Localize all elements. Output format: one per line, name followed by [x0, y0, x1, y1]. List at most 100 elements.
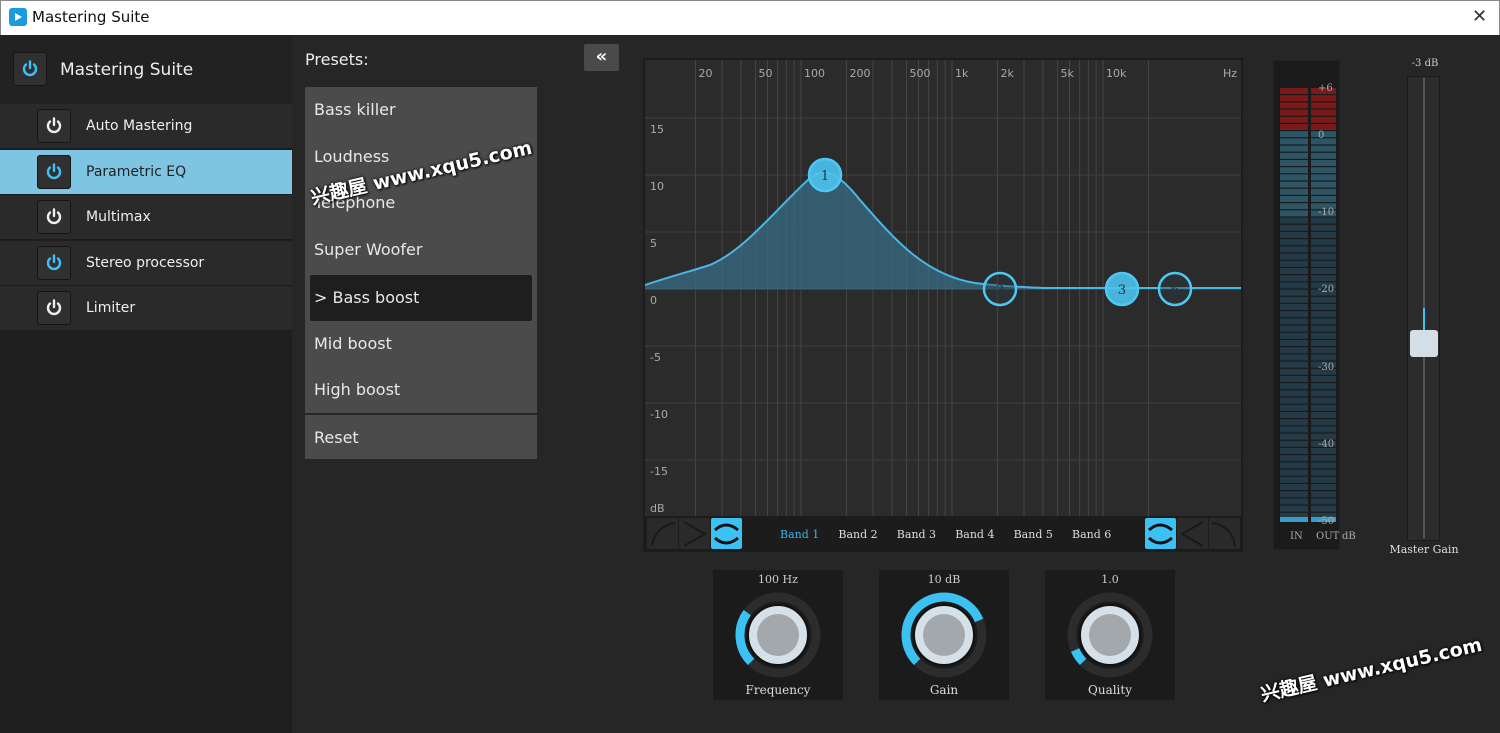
meter-segment [1311, 347, 1336, 354]
power-icon[interactable] [37, 109, 71, 143]
meter-segment [1280, 404, 1308, 411]
meter-segment [1311, 397, 1336, 404]
freq-tick-label: 200 [849, 67, 870, 80]
meter-segment [1280, 462, 1308, 469]
peak-filter-button[interactable] [1145, 518, 1176, 549]
power-icon[interactable] [37, 154, 71, 189]
power-icon[interactable] [37, 200, 71, 234]
sidebar-item[interactable]: Multimax [0, 195, 292, 240]
preset-item[interactable]: Mid boost [305, 321, 537, 367]
meter-segment [1280, 152, 1308, 159]
sidebar-item[interactable]: Parametric EQ [0, 149, 292, 195]
meter-scale-label: -40 [1318, 439, 1335, 450]
meter-segment [1311, 318, 1336, 325]
meter-segment [1280, 347, 1308, 354]
peak-filter-button[interactable] [711, 518, 742, 549]
meter-segment [1280, 138, 1308, 145]
meter-segment [1280, 275, 1308, 282]
meter-segment [1280, 505, 1308, 512]
meter-segment [1311, 196, 1336, 202]
meter-segment [1311, 462, 1336, 469]
meter-segment [1280, 354, 1308, 361]
meter-segment [1280, 239, 1308, 246]
band-tab[interactable]: Band 6 [1072, 528, 1111, 541]
eq-graph[interactable]: 151050-5-10-15dB20 50 100 200 500 1k 2k 5k 10k Hz… [645, 60, 1241, 516]
band-tab[interactable]: Band 4 [955, 528, 994, 541]
meter-segment [1280, 253, 1308, 260]
meter-segment [1280, 217, 1308, 224]
band-tab[interactable]: Band 2 [838, 528, 877, 541]
gain-knob[interactable] [899, 590, 989, 680]
highcut-button[interactable] [1209, 518, 1240, 549]
sidebar-item-label: Limiter [86, 300, 136, 316]
meter-segment [1280, 397, 1308, 404]
meter-segment [1311, 332, 1336, 339]
meter-segment [1280, 491, 1308, 498]
meter-segment [1280, 289, 1308, 296]
sidebar-item[interactable]: Auto Mastering [0, 104, 292, 149]
fader-handle[interactable] [1410, 330, 1438, 357]
preset-item[interactable]: High boost [305, 367, 537, 413]
meter-in-label: IN [1290, 531, 1303, 542]
meter-segment [1280, 145, 1308, 152]
highshelf-button[interactable] [1177, 518, 1208, 549]
close-button[interactable]: ✕ [1472, 6, 1487, 27]
collapse-button[interactable]: « [584, 44, 619, 71]
power-icon[interactable] [37, 245, 71, 280]
meter-scale-label: -50 [1318, 516, 1335, 527]
meter-segment [1311, 354, 1336, 361]
band-tab[interactable]: Band 1 [780, 528, 819, 541]
band-node[interactable]: 6 [1157, 271, 1193, 307]
knob-value: 1.0 [1101, 573, 1119, 586]
knob-label: Quality [1088, 683, 1132, 697]
preset-item[interactable]: > Bass boost [310, 274, 532, 321]
meter-segment [1280, 376, 1308, 382]
freq-tick-label: 100 [804, 67, 825, 80]
meter-segment [1280, 318, 1308, 325]
knob-value: 100 Hz [758, 573, 798, 586]
db-tick-label: 0 [650, 294, 657, 307]
band-node[interactable]: 1 [807, 157, 843, 193]
knob-value: 10 dB [927, 573, 961, 586]
meter-segment [1280, 476, 1308, 483]
meter-segment [1280, 419, 1308, 426]
meter-segment [1280, 102, 1308, 109]
meter-segment [1311, 95, 1336, 102]
lowshelf-button[interactable] [679, 518, 710, 549]
band-node-label: 3 [1118, 283, 1126, 298]
band-node[interactable]: 2 [982, 271, 1018, 307]
preset-item[interactable]: Super Woofer [305, 227, 537, 273]
meter-segment [1311, 224, 1336, 231]
meter-segment [1280, 361, 1308, 368]
meter-segment [1280, 296, 1308, 303]
power-icon[interactable] [37, 291, 71, 325]
preset-list: Bass killer Loudness Telephone Super Woofer… [305, 87, 537, 413]
sidebar-item[interactable]: Stereo processor [0, 240, 292, 286]
lowcut-button[interactable] [647, 518, 678, 549]
meter-segment [1311, 275, 1336, 282]
presets-label: Presets: [305, 50, 369, 69]
band-node[interactable]: 3 [1104, 271, 1140, 307]
sidebar-item-label: Stereo processor [86, 254, 205, 271]
reset-button[interactable]: Reset [305, 415, 537, 459]
sidebar-header: Mastering Suite [0, 35, 292, 104]
meter-segment [1280, 448, 1308, 454]
band-tab[interactable]: Band 5 [1014, 528, 1053, 541]
watermark: 兴趣屋 www.xqu5.com [1258, 633, 1485, 707]
meter-segment [1280, 426, 1308, 433]
quality-knob[interactable] [1065, 590, 1155, 680]
band-tab[interactable]: Band 3 [897, 528, 936, 541]
sidebar-item[interactable]: Limiter [0, 286, 292, 331]
meter-segment [1280, 433, 1308, 440]
fader-level-indicator [1423, 308, 1425, 332]
meter-segment [1280, 390, 1308, 397]
meter-segment [1280, 368, 1308, 375]
meter-bars [1280, 88, 1336, 522]
preset-item[interactable]: Bass killer [305, 87, 537, 133]
meter-segment [1280, 160, 1308, 166]
gain-knob-panel: 10 dB Gain [879, 570, 1009, 700]
master-power-icon[interactable] [13, 52, 47, 86]
db-tick-label: -15 [650, 465, 668, 478]
frequency-knob[interactable] [733, 590, 823, 680]
meter-segment [1311, 253, 1336, 260]
